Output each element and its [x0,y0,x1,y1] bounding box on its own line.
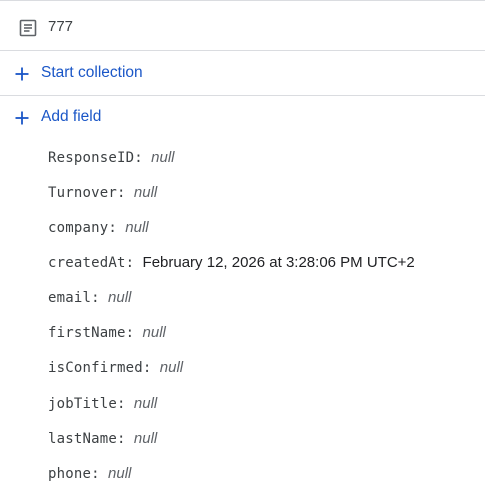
field-key: jobTitle [48,396,118,412]
field-separator: : [125,255,143,271]
field-row[interactable]: isConfirmed: null [48,357,183,379]
field-value: null [125,219,149,236]
field-separator: : [134,150,152,166]
field-value: null [151,149,175,166]
plus-icon [15,67,29,81]
field-row[interactable]: email: null [48,287,131,309]
start-collection-button[interactable]: Start collection [0,51,485,96]
field-key: phone [48,466,92,482]
field-separator: : [108,220,126,236]
field-separator: : [117,185,134,201]
field-value: null [108,289,132,306]
field-value: null [133,395,158,412]
document-title: 777 [48,18,74,35]
field-key: lastName [48,431,118,447]
field-key: email [48,290,92,306]
field-separator: : [142,360,160,376]
field-row[interactable]: lastName: null [48,428,157,450]
field-key: createdAt [48,255,126,271]
field-key: isConfirmed [48,360,143,376]
field-row[interactable]: firstName: null [48,322,166,344]
field-value: null [159,359,184,376]
field-separator: : [91,466,109,482]
field-separator: : [117,431,134,447]
field-row[interactable]: ResponseID: null [48,147,175,169]
add-field-button[interactable]: Add field [0,96,485,141]
field-key: Turnover [48,185,118,201]
field-key: firstName [48,325,126,341]
document-row[interactable]: 777 [0,0,485,51]
field-value: null [133,430,158,447]
add-field-label: Add field [41,108,102,125]
field-key: ResponseID [48,150,135,166]
field-value: February 12, 2026 at 3:28:06 PM UTC+2 [142,254,415,271]
field-value: null [133,184,158,201]
start-collection-label: Start collection [41,64,143,81]
field-value: null [142,324,166,341]
plus-icon [15,111,29,125]
field-separator: : [125,325,143,341]
field-separator: : [117,396,134,412]
field-row[interactable]: createdAt: February 12, 2026 at 3:28:06 … [48,252,415,274]
field-row[interactable]: Turnover: null [48,182,157,204]
field-row[interactable]: phone: null [48,463,131,485]
field-key: company [48,220,109,236]
document-icon [19,19,37,37]
field-row[interactable]: jobTitle: null [48,393,157,415]
field-separator: : [91,290,109,306]
field-value: null [108,465,132,482]
field-row[interactable]: company: null [48,217,149,239]
